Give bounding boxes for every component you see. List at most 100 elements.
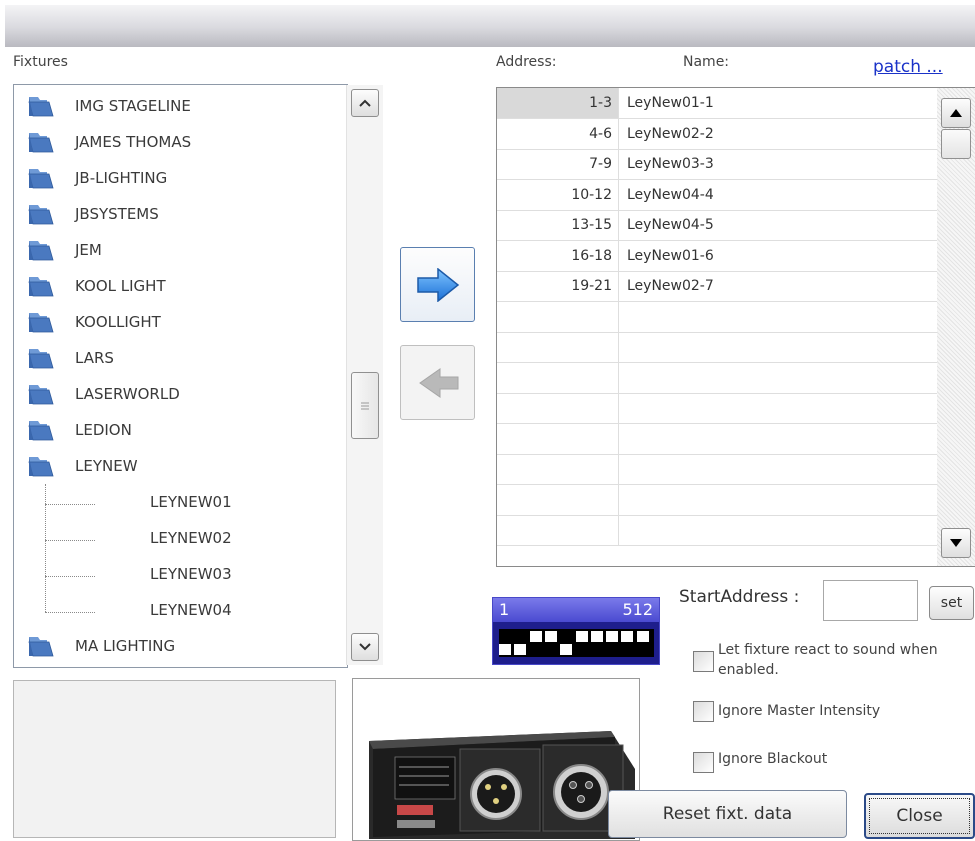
- folder-icon: [28, 349, 54, 369]
- tree-item[interactable]: LEYNEW: [14, 448, 344, 484]
- row-address: 13-15: [497, 210, 619, 240]
- remove-fixture-button[interactable]: [400, 345, 475, 420]
- table-scroll-thumb[interactable]: [941, 129, 971, 159]
- table-row[interactable]: [497, 332, 937, 363]
- start-address-input[interactable]: [823, 580, 918, 621]
- table-row[interactable]: 1-3 LeyNew01-1: [497, 88, 937, 119]
- patch-table: 1-3 LeyNew01-1 4-6 LeyNew02-2 7-9 LeyNew03-3 1…: [496, 87, 975, 567]
- tree-item[interactable]: LARS: [14, 340, 344, 376]
- window-title-bar: [5, 5, 975, 47]
- dmx-occupied-cell: [606, 631, 619, 642]
- ignore-master-checkbox[interactable]: [693, 701, 714, 722]
- folder-icon: [28, 385, 54, 405]
- tree-item-label: JAMES THOMAS: [75, 133, 192, 151]
- table-row[interactable]: [497, 363, 937, 394]
- tree-item[interactable]: LEDION: [14, 412, 344, 448]
- tree-child-item[interactable]: LEYNEW02: [14, 520, 344, 556]
- tree-item[interactable]: KOOLLIGHT: [14, 304, 344, 340]
- table-row[interactable]: 16-18 LeyNew01-6: [497, 241, 937, 272]
- table-row[interactable]: [497, 302, 937, 333]
- table-row[interactable]: [497, 424, 937, 455]
- close-button[interactable]: Close: [864, 793, 975, 839]
- triangle-up-icon: [950, 109, 962, 117]
- table-row[interactable]: [497, 515, 937, 546]
- table-row[interactable]: 13-15 LeyNew04-5: [497, 210, 937, 241]
- tree-item[interactable]: JBSYSTEMS: [14, 196, 344, 232]
- folder-icon: [28, 637, 54, 657]
- tree-child-label: LEYNEW01: [150, 493, 232, 511]
- tree-child-item[interactable]: LEYNEW04: [14, 592, 344, 628]
- table-row[interactable]: 19-21 LeyNew02-7: [497, 271, 937, 302]
- tree-child-item[interactable]: LEYNEW01: [14, 484, 344, 520]
- tree-child-item[interactable]: LEYNEW03: [14, 556, 344, 592]
- tree-item-label: IMG STAGELINE: [75, 97, 191, 115]
- row-name: LeyNew03-3: [627, 156, 714, 172]
- row-address: [497, 454, 619, 484]
- dmx-occupied-cell: [499, 644, 511, 655]
- dmx-occupied-cell: [590, 631, 603, 642]
- table-scroll-up-button[interactable]: [941, 98, 971, 128]
- table-row[interactable]: 10-12 LeyNew04-4: [497, 180, 937, 211]
- tree-item[interactable]: LASERWORLD: [14, 376, 344, 412]
- table-row[interactable]: 4-6 LeyNew02-2: [497, 119, 937, 150]
- ignore-blackout-label: Ignore Blackout: [718, 751, 828, 767]
- name-column-label: Name:: [683, 54, 730, 70]
- row-address: [497, 363, 619, 393]
- fixture-image: [352, 678, 640, 841]
- row-name: LeyNew04-5: [627, 217, 714, 233]
- table-row[interactable]: 7-9 LeyNew03-3: [497, 149, 937, 180]
- folder-icon: [28, 205, 54, 225]
- dmx-decoder-device-icon: [369, 731, 635, 839]
- table-scroll-down-button[interactable]: [941, 528, 971, 558]
- chevron-up-icon: [359, 99, 371, 107]
- folder-icon: [28, 169, 54, 189]
- add-fixture-button[interactable]: [400, 247, 475, 322]
- set-button[interactable]: set: [929, 586, 974, 620]
- dmx-occupied-cell: [560, 644, 573, 655]
- tree-item[interactable]: IMG STAGELINE: [14, 88, 344, 124]
- tree-item[interactable]: KOOL LIGHT: [14, 268, 344, 304]
- row-address: 19-21: [497, 271, 619, 301]
- dmx-occupied-cell: [544, 631, 557, 642]
- table-row[interactable]: [497, 454, 937, 485]
- patch-table-scrollbar[interactable]: [937, 88, 975, 566]
- reset-fixture-data-button[interactable]: Reset fixt. data: [608, 790, 847, 838]
- dmx-start-number: 1: [499, 600, 510, 619]
- ignore-blackout-checkbox[interactable]: [693, 752, 714, 773]
- row-name: LeyNew01-1: [627, 95, 714, 111]
- address-column-label: Address:: [496, 54, 557, 70]
- arrow-right-icon: [416, 267, 459, 302]
- patch-link[interactable]: patch ...: [873, 57, 943, 77]
- row-address: 1-3: [497, 88, 619, 118]
- table-row[interactable]: [497, 485, 937, 516]
- tree-scroll-up-button[interactable]: [351, 89, 379, 117]
- fixture-info-panel: [13, 680, 336, 838]
- sound-react-label-line1: Let fixture react to sound when: [718, 642, 938, 658]
- dmx-end-number: 512: [622, 600, 653, 619]
- row-name: LeyNew02-7: [627, 278, 714, 294]
- chevron-down-icon: [359, 643, 371, 651]
- dmx-header: 1 512: [493, 598, 659, 622]
- dmx-channel-grid: [499, 629, 654, 657]
- tree-item-label: LARS: [75, 349, 114, 367]
- table-row[interactable]: [497, 393, 937, 424]
- tree-scrollbar[interactable]: [346, 85, 383, 665]
- folder-icon: [28, 313, 54, 333]
- tree-item[interactable]: MA LIGHTING: [14, 628, 344, 664]
- sound-react-checkbox[interactable]: [693, 651, 714, 672]
- tree-item[interactable]: JEM: [14, 232, 344, 268]
- tree-item[interactable]: JB-LIGHTING: [14, 160, 344, 196]
- row-name: LeyNew01-6: [627, 248, 714, 264]
- dmx-occupied-cell: [621, 631, 634, 642]
- tree-scroll-down-button[interactable]: [351, 633, 379, 661]
- tree-item[interactable]: JAMES THOMAS: [14, 124, 344, 160]
- tree-item-label: KOOLLIGHT: [75, 313, 161, 331]
- ignore-master-label: Ignore Master Intensity: [718, 703, 881, 719]
- row-address: [497, 332, 619, 362]
- tree-item-label: KOOL LIGHT: [75, 277, 166, 295]
- start-address-label: StartAddress :: [679, 587, 800, 607]
- tree-item-label: JBSYSTEMS: [75, 205, 159, 223]
- row-address: [497, 393, 619, 423]
- grip-icon: [361, 402, 369, 409]
- tree-scroll-thumb[interactable]: [351, 372, 379, 439]
